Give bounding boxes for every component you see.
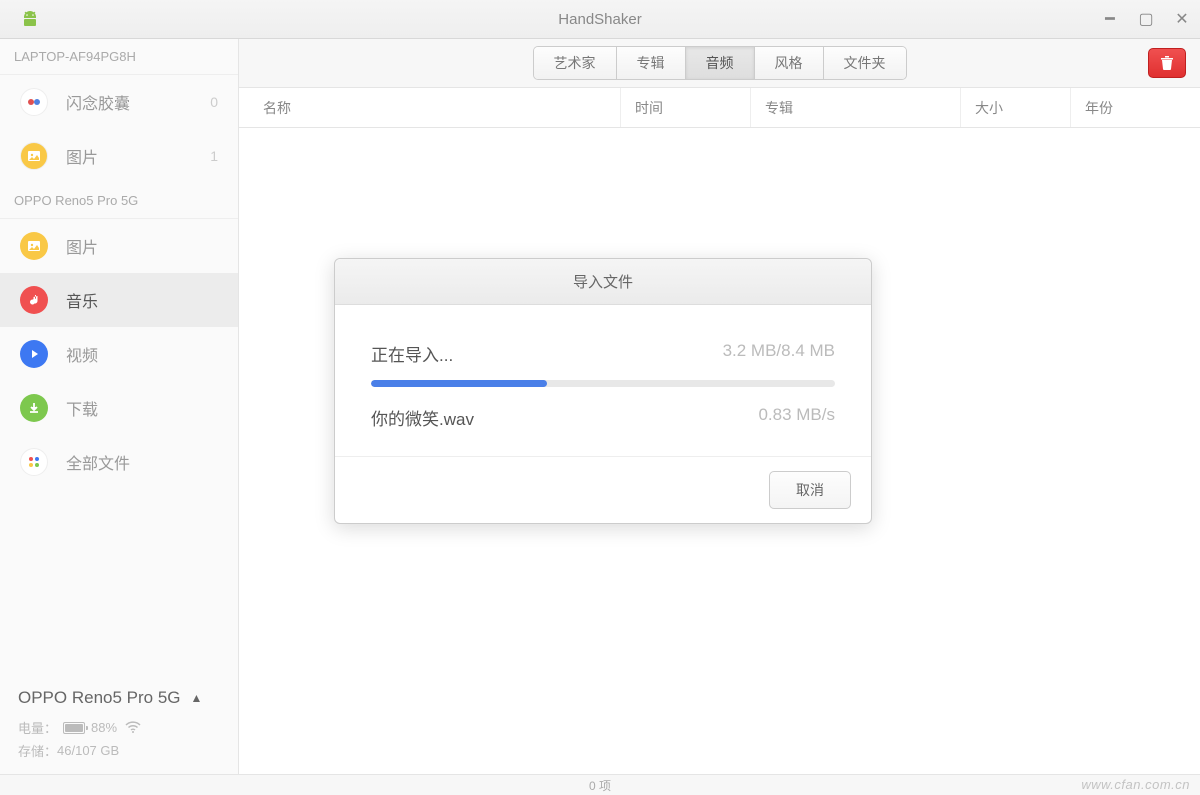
sidebar-item-全部文件[interactable]: 全部文件: [0, 435, 238, 489]
device-footer: OPPO Reno5 Pro 5G ▲ 电量： 88% 存储： 46/107 G…: [0, 674, 238, 774]
nav-label: 图片: [66, 234, 98, 258]
nav-label: 闪念胶囊: [66, 90, 130, 114]
capsule-icon: [20, 88, 48, 116]
storage-label: 存储：: [18, 741, 57, 760]
tab-文件夹[interactable]: 文件夹: [824, 47, 906, 79]
files-icon: [20, 448, 48, 476]
tab-艺术家[interactable]: 艺术家: [534, 47, 617, 79]
sidebar-item-图片[interactable]: 图片 1: [0, 129, 238, 183]
progress-size: 3.2 MB/8.4 MB: [723, 341, 835, 366]
col-name[interactable]: 名称: [239, 98, 620, 118]
tab-音频[interactable]: 音频: [686, 47, 755, 79]
phone-section-label: OPPO Reno5 Pro 5G: [0, 183, 238, 219]
storage-value: 46/107 GB: [57, 743, 119, 758]
col-year[interactable]: 年份: [1070, 88, 1200, 127]
nav-label: 音乐: [66, 288, 98, 312]
window-controls: ━ ▢ ✕: [1100, 9, 1192, 29]
statusbar: 0 项: [0, 774, 1200, 795]
delete-button[interactable]: [1148, 48, 1186, 78]
nav-label: 下载: [66, 396, 98, 420]
close-button[interactable]: ✕: [1172, 9, 1192, 29]
picture-icon: [20, 142, 48, 170]
download-icon: [20, 394, 48, 422]
android-icon: [18, 11, 42, 27]
sidebar-item-图片[interactable]: 图片: [0, 219, 238, 273]
trash-icon: [1159, 55, 1175, 71]
sidebar-item-闪念胶囊[interactable]: 闪念胶囊 0: [0, 75, 238, 129]
battery-label: 电量：: [18, 718, 57, 737]
sidebar-item-音乐[interactable]: 音乐: [0, 273, 238, 327]
tab-专辑[interactable]: 专辑: [617, 47, 686, 79]
device-name: OPPO Reno5 Pro 5G: [18, 688, 181, 708]
window-title: HandShaker: [558, 11, 641, 28]
importing-speed: 0.83 MB/s: [758, 405, 835, 430]
status-count: 0 项: [589, 777, 611, 794]
eject-icon[interactable]: ▲: [191, 691, 203, 705]
import-dialog: 导入文件 正在导入... 3.2 MB/8.4 MB 你的微笑.wav 0.83…: [334, 258, 872, 524]
content-area: 导入文件 正在导入... 3.2 MB/8.4 MB 你的微笑.wav 0.83…: [239, 128, 1200, 774]
sidebar: LAPTOP-AF94PG8H 闪念胶囊 0 图片 1 OPPO Reno5 Pro …: [0, 39, 239, 774]
tabs-row: 艺术家专辑音频风格文件夹: [239, 39, 1200, 88]
col-size[interactable]: 大小: [960, 88, 1070, 127]
table-header: 名称 时间 专辑 大小 年份: [239, 88, 1200, 128]
sidebar-item-下载[interactable]: 下载: [0, 381, 238, 435]
watermark: www.cfan.com.cn: [1081, 777, 1190, 792]
picture-icon: [20, 232, 48, 260]
progress-bar: [371, 380, 835, 387]
cancel-button[interactable]: 取消: [769, 471, 851, 509]
video-icon: [20, 340, 48, 368]
maximize-button[interactable]: ▢: [1136, 9, 1156, 29]
tab-group: 艺术家专辑音频风格文件夹: [533, 46, 907, 80]
laptop-section-label: LAPTOP-AF94PG8H: [0, 39, 238, 75]
dialog-title: 导入文件: [335, 259, 871, 305]
minimize-button[interactable]: ━: [1100, 9, 1120, 29]
wifi-icon: [125, 720, 141, 736]
progress-fill: [371, 380, 547, 387]
main-area: 艺术家专辑音频风格文件夹 名称 时间 专辑 大小 年份 导入文件 正在导入...…: [239, 39, 1200, 774]
nav-count: 1: [210, 148, 218, 164]
battery-icon: [63, 722, 85, 734]
sidebar-item-视频[interactable]: 视频: [0, 327, 238, 381]
battery-percent: 88%: [91, 720, 117, 735]
nav-label: 全部文件: [66, 450, 130, 474]
col-album[interactable]: 专辑: [750, 88, 960, 127]
nav-count: 0: [210, 94, 218, 110]
nav-label: 视频: [66, 342, 98, 366]
tab-风格[interactable]: 风格: [755, 47, 824, 79]
music-icon: [20, 286, 48, 314]
importing-file-name: 你的微笑.wav: [371, 405, 474, 430]
col-time[interactable]: 时间: [620, 88, 750, 127]
titlebar: HandShaker ━ ▢ ✕: [0, 0, 1200, 39]
progress-label: 正在导入...: [371, 341, 453, 366]
nav-label: 图片: [66, 144, 98, 168]
